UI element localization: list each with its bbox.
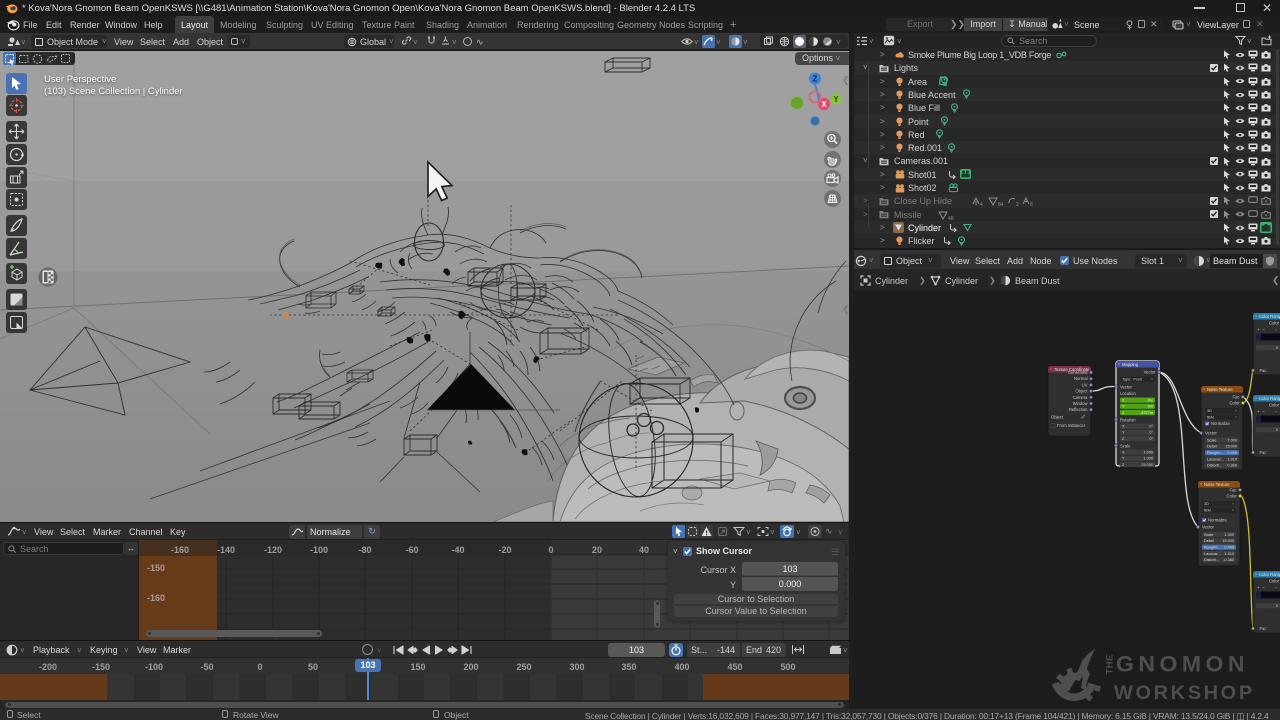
svg-text:˅: ˅: [1255, 315, 1257, 319]
svg-text:Color: Color: [1229, 401, 1240, 406]
svg-text:1.910: 1.910: [1224, 552, 1234, 556]
svg-text:Normal: Normal: [1074, 376, 1088, 381]
svg-text:4: 4: [980, 202, 983, 207]
svg-text:15.000: 15.000: [1222, 539, 1234, 543]
svg-text:X: X: [821, 100, 827, 109]
svg-text:Detail: Detail: [1204, 539, 1214, 543]
svg-text:Rotation: Rotation: [1120, 418, 1136, 423]
svg-text:Location: Location: [1120, 391, 1137, 396]
svg-text:Reflection: Reflection: [1069, 407, 1088, 412]
svg-text:0°: 0°: [1149, 437, 1153, 441]
svg-text:0m: 0m: [1148, 405, 1153, 409]
svg-text:0: 0: [1276, 604, 1278, 608]
svg-text:3D: 3D: [1204, 502, 1209, 506]
svg-text:Vector: Vector: [1144, 370, 1156, 375]
svg-text:Type: Point: Type: Point: [1122, 377, 1143, 381]
svg-text:-4377m: -4377m: [1140, 411, 1153, 415]
svg-text:Window: Window: [1073, 401, 1089, 406]
svg-text:Color: Color: [1269, 403, 1280, 408]
svg-text:7.000: 7.000: [1227, 438, 1237, 442]
svg-text:Fac: Fac: [1260, 368, 1267, 373]
svg-text:0°: 0°: [1149, 424, 1153, 428]
svg-text:Normalize: Normalize: [1208, 518, 1228, 523]
svg-text:Object: Object: [1051, 415, 1064, 420]
svg-text:Lacunar...: Lacunar...: [1207, 457, 1224, 461]
svg-text:Vector: Vector: [1205, 431, 1217, 436]
svg-text:8: 8: [1030, 202, 1033, 207]
svg-text:˅: ˅: [1275, 328, 1277, 332]
svg-text:+ −: + −: [1257, 585, 1265, 590]
svg-text:From Instancer: From Instancer: [1057, 423, 1086, 428]
svg-text:˅: ˅: [1050, 368, 1052, 372]
svg-text:0m: 0m: [1148, 398, 1153, 402]
svg-text:˅: ˅: [1275, 586, 1277, 590]
svg-text:Normalize: Normalize: [1211, 421, 1231, 426]
svg-text:Scale: Scale: [1207, 438, 1217, 442]
svg-text:-0.300: -0.300: [1226, 464, 1237, 468]
svg-text:Color Ramp: Color Ramp: [1259, 314, 1280, 319]
svg-text:29.000: 29.000: [1141, 463, 1153, 467]
svg-text:Noise Texture: Noise Texture: [1204, 482, 1230, 487]
svg-text:Y: Y: [833, 95, 839, 104]
svg-text:˅: ˅: [1235, 409, 1237, 413]
svg-text:Fac: Fac: [1260, 450, 1267, 455]
svg-text:+ −: + −: [1257, 409, 1265, 414]
svg-text:˅: ˅: [1255, 573, 1257, 577]
svg-text:Distorti...: Distorti...: [1204, 558, 1219, 562]
svg-text:Roughn...: Roughn...: [1207, 451, 1223, 455]
svg-text:Color: Color: [1269, 321, 1280, 326]
svg-text:1.000: 1.000: [1143, 457, 1153, 461]
svg-text:0°: 0°: [1149, 431, 1153, 435]
svg-text:1.910: 1.910: [1227, 457, 1237, 461]
svg-text:Fac: Fac: [1233, 395, 1240, 400]
svg-text:15.000: 15.000: [1225, 445, 1237, 449]
svg-text:˅: ˅: [1235, 415, 1237, 419]
svg-text:Color: Color: [1269, 579, 1280, 584]
svg-text:0.499: 0.499: [1227, 451, 1237, 455]
svg-text:˅: ˅: [1200, 483, 1202, 487]
svg-text:Camera: Camera: [1073, 395, 1089, 400]
svg-text:0.499: 0.499: [1224, 546, 1234, 550]
svg-text:2: 2: [1016, 202, 1019, 207]
svg-text:˅: ˅: [1232, 508, 1234, 512]
svg-text:Distorti...: Distorti...: [1207, 464, 1222, 468]
svg-text:Generated: Generated: [1068, 370, 1088, 375]
svg-text:Color Ramp: Color Ramp: [1259, 396, 1280, 401]
svg-text:fBM: fBM: [1207, 415, 1214, 419]
svg-text:Scale: Scale: [1204, 533, 1214, 537]
svg-text:Color Ramp: Color Ramp: [1259, 572, 1280, 577]
svg-text:˅: ˅: [1118, 363, 1120, 367]
svg-text:Vector: Vector: [1120, 385, 1132, 390]
svg-text:84: 84: [998, 202, 1004, 207]
svg-text:Scale: Scale: [1120, 444, 1131, 449]
svg-text:1.000: 1.000: [1143, 450, 1153, 454]
svg-text:Lacunar...: Lacunar...: [1204, 552, 1221, 556]
svg-text:1.000: 1.000: [1224, 533, 1234, 537]
svg-text:-0.380: -0.380: [1223, 558, 1234, 562]
svg-text:Color: Color: [1226, 494, 1237, 499]
svg-text:Noise Texture: Noise Texture: [1207, 387, 1233, 392]
svg-text:˅: ˅: [1151, 377, 1153, 381]
svg-text:Object: Object: [1075, 389, 1088, 394]
svg-text:Mapping: Mapping: [1122, 362, 1139, 367]
svg-text:0: 0: [1276, 428, 1278, 432]
svg-text:48: 48: [948, 216, 954, 221]
svg-text:Fac: Fac: [1260, 626, 1267, 631]
svg-text:˅: ˅: [1275, 410, 1277, 414]
svg-text:Roughn...: Roughn...: [1204, 546, 1220, 550]
svg-text:Fac: Fac: [1230, 488, 1237, 493]
svg-text:3D: 3D: [1207, 409, 1212, 413]
svg-text:Z: Z: [813, 75, 818, 84]
svg-text:+ −: + −: [1257, 327, 1265, 332]
svg-text:0: 0: [1276, 346, 1278, 350]
svg-text:fBM: fBM: [1204, 508, 1211, 512]
svg-text:˅: ˅: [1203, 388, 1205, 392]
svg-text:Vector: Vector: [1202, 525, 1214, 530]
svg-text:˅: ˅: [1255, 397, 1257, 401]
svg-text:˅: ˅: [1232, 502, 1234, 506]
svg-text:UV: UV: [1082, 382, 1088, 387]
svg-text:Detail: Detail: [1207, 445, 1217, 449]
